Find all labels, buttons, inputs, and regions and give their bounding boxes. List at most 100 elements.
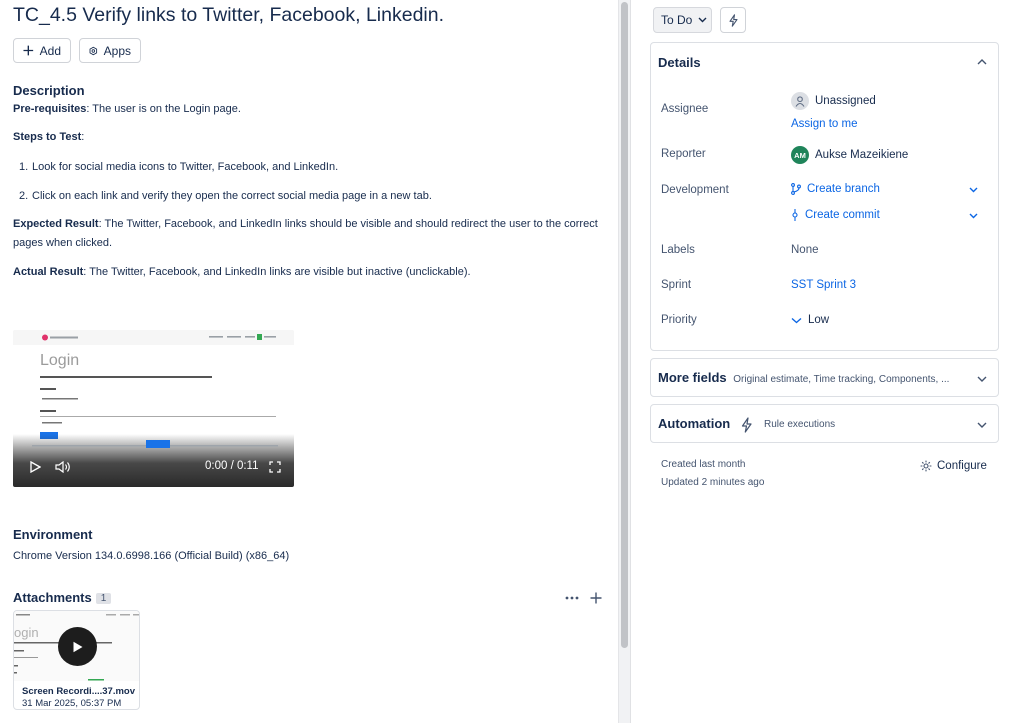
attachment-file-name: Screen Recordi....37.mov (22, 686, 135, 697)
create-branch-label: Create branch (807, 183, 880, 195)
panel-divider (630, 0, 631, 723)
list-item[interactable]: Look for social media icons to Twitter, … (32, 161, 338, 173)
play-icon[interactable] (30, 461, 41, 473)
more-fields-panel[interactable]: More fields Original estimate, Time trac… (650, 358, 999, 397)
create-branch-link[interactable]: Create branch (791, 183, 880, 195)
priority-label-text: Low (808, 314, 830, 326)
commit-icon (792, 209, 798, 221)
automation-action-button[interactable] (720, 7, 746, 33)
sprint-link[interactable]: SST Sprint 3 (791, 279, 856, 291)
add-button-label: Add (39, 43, 61, 58)
prereq-text: : The user is on the Login page. (86, 103, 241, 115)
attachment-thumbnail[interactable]: ogin Screen Recordi....37.mov 31 Mar 202… (13, 610, 140, 710)
chevron-down-icon[interactable] (977, 376, 987, 382)
details-panel: Details (650, 42, 999, 351)
priority-value[interactable]: Low (791, 314, 829, 326)
attachments-count-badge: 1 (95, 593, 112, 605)
issue-main-panel: TC_4.5 Verify links to Twitter, Facebook… (0, 0, 618, 723)
expected-text: : The Twitter, Facebook, and LinkedIn li… (13, 218, 598, 249)
updated-timestamp: Updated 2 minutes ago (661, 477, 765, 488)
more-fields-hint: Original estimate, Time tracking, Compon… (733, 374, 950, 385)
apps-button[interactable]: Apps (79, 38, 141, 63)
assignee-name: Unassigned (815, 95, 876, 107)
environment-heading: Environment (13, 527, 93, 542)
list-item[interactable]: Click on each link and verify they open … (32, 190, 432, 202)
attachment-preview-header-icon (16, 614, 139, 616)
play-button[interactable] (58, 627, 97, 666)
chevron-down-icon[interactable] (977, 422, 987, 428)
configure-label: Configure (937, 460, 987, 472)
automation-title: Automation (658, 416, 731, 431)
branch-icon (791, 183, 801, 195)
steps-label: Steps to Test (13, 131, 82, 143)
description-actual[interactable]: Actual Result: The Twitter, Facebook, an… (13, 263, 471, 282)
configure-button[interactable]: Configure (920, 460, 987, 472)
user-icon (795, 95, 805, 107)
automation-panel[interactable]: Automation Rule executions (650, 404, 999, 443)
video-frame-login-heading: Login (40, 352, 80, 369)
development-label: Development (661, 184, 729, 196)
labels-label: Labels (661, 244, 695, 256)
status-dropdown[interactable]: To Do (653, 7, 712, 33)
chevron-down-icon (698, 17, 707, 23)
video-progress-bar[interactable] (32, 440, 278, 450)
create-commit-link[interactable]: Create commit (791, 209, 880, 221)
priority-low-icon (791, 317, 802, 323)
play-icon (73, 641, 83, 652)
step-number: 2. (19, 190, 29, 202)
environment-text[interactable]: Chrome Version 134.0.6998.166 (Official … (13, 550, 289, 562)
attachment-preview-login: ogin (14, 625, 39, 640)
assign-to-me-link[interactable]: Assign to me (791, 118, 857, 130)
reporter-name: Aukse Mazeikiene (815, 149, 909, 161)
avatar: AM (791, 146, 809, 164)
video-frame-nav-icon (209, 334, 276, 340)
plus-icon (23, 45, 34, 56)
description-prereq[interactable]: Pre-requisites: The user is on the Login… (13, 100, 241, 119)
add-attachment-icon[interactable] (590, 592, 602, 604)
attachment-preview: ogin (14, 611, 139, 681)
lightning-icon (741, 417, 752, 433)
details-title[interactable]: Details (658, 55, 701, 70)
more-fields-title: More fields (658, 370, 727, 385)
apps-button-label: Apps (103, 43, 131, 58)
expected-label: Expected Result (13, 218, 99, 230)
gear-icon (920, 460, 932, 472)
labels-value[interactable]: None (791, 244, 819, 256)
prereq-label: Pre-requisites (13, 103, 87, 115)
fullscreen-icon[interactable] (269, 461, 281, 473)
attachments-heading-label: Attachments (13, 590, 92, 605)
more-actions-icon[interactable] (565, 596, 579, 600)
attachment-file-date: 31 Mar 2025, 05:37 PM (22, 698, 122, 709)
sprint-label: Sprint (661, 279, 692, 291)
chevron-up-icon[interactable] (977, 59, 987, 65)
video-frame-logo-icon (42, 334, 78, 341)
main-scrollbar[interactable] (618, 0, 630, 723)
avatar (791, 92, 809, 110)
chevron-down-icon[interactable] (969, 187, 978, 193)
attachments-heading: Attachments 1 (13, 590, 112, 605)
chevron-down-icon[interactable] (969, 213, 978, 219)
assignee-label: Assignee (661, 103, 709, 115)
description-steps-label[interactable]: Steps to Test: (13, 128, 84, 147)
more-fields-header: More fields Original estimate, Time trac… (658, 370, 949, 385)
volume-icon[interactable] (55, 461, 70, 473)
created-timestamp: Created last month (661, 459, 746, 470)
description-heading: Description (13, 83, 85, 98)
video-frame-form-icon (40, 376, 276, 439)
steps-colon: : (81, 131, 85, 143)
create-commit-label: Create commit (805, 209, 880, 221)
apps-icon (89, 46, 98, 55)
priority-label: Priority (661, 314, 697, 326)
reporter-value[interactable]: AM Aukse Mazeikiene (791, 146, 908, 164)
assignee-value[interactable]: Unassigned (791, 92, 876, 110)
description-expected[interactable]: Expected Result: The Twitter, Facebook, … (13, 215, 603, 253)
video-player[interactable]: Login 0:00 / 0:11 (13, 330, 294, 487)
automation-hint: Rule executions (764, 419, 836, 430)
actual-text: : The Twitter, Facebook, and LinkedIn li… (83, 266, 471, 278)
add-button[interactable]: Add (13, 38, 71, 63)
step-number: 1. (19, 161, 29, 173)
issue-title[interactable]: TC_4.5 Verify links to Twitter, Facebook… (13, 4, 444, 27)
status-label: To Do (661, 13, 693, 27)
reporter-label: Reporter (661, 148, 706, 160)
main-scrollbar-thumb[interactable] (621, 2, 628, 648)
